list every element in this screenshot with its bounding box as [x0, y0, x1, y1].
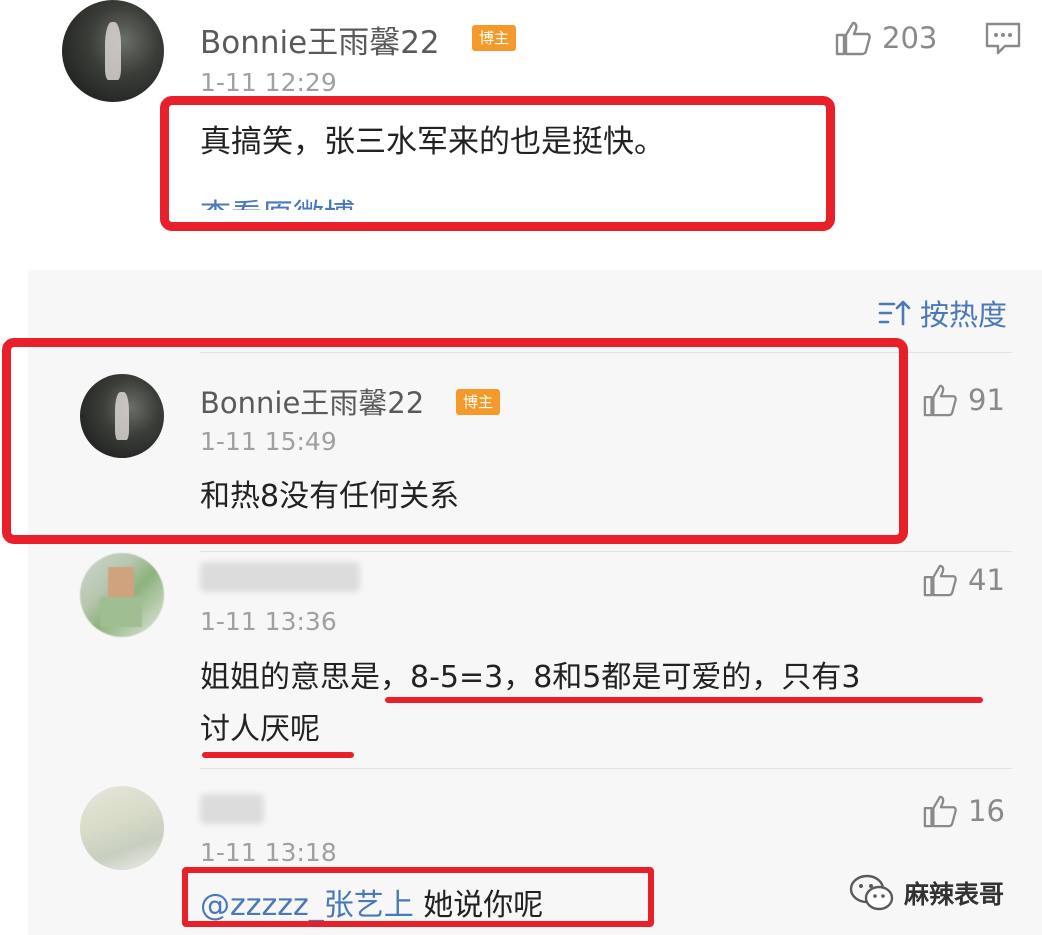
avatar[interactable]	[62, 0, 164, 102]
watermark-label: 麻辣表哥	[904, 880, 1005, 909]
timestamp: 1-11 13:18	[200, 838, 337, 867]
timestamp: 1-11 12:29	[200, 68, 337, 97]
redacted-username	[200, 562, 360, 592]
sort-icon	[878, 300, 911, 326]
like-count: 16	[968, 794, 1005, 828]
underline-annotation	[385, 697, 983, 703]
divider	[200, 768, 1012, 769]
thumbs-up-icon	[923, 795, 957, 828]
underline-annotation	[202, 752, 354, 758]
like-count: 203	[882, 21, 938, 55]
avatar[interactable]	[80, 786, 164, 870]
like-button[interactable]: 16	[922, 794, 1005, 828]
redacted-username	[200, 794, 264, 824]
divider	[200, 551, 1012, 552]
comment-text-line2: 讨人厌呢	[200, 712, 320, 747]
like-count: 41	[968, 563, 1005, 597]
thumbs-up-icon	[923, 384, 957, 417]
watermark: 麻辣表哥	[848, 873, 1004, 913]
like-button[interactable]: 203	[834, 20, 937, 56]
avatar[interactable]	[80, 553, 164, 637]
comment-text-line1: 姐姐的意思是，8-5=3，8和5都是可爱的，只有3	[200, 660, 861, 695]
highlight-box	[2, 338, 908, 544]
timestamp: 1-11 13:36	[200, 607, 337, 636]
blogger-badge: 博主	[472, 25, 516, 51]
wechat-icon	[849, 874, 894, 911]
thumbs-up-icon	[923, 564, 957, 597]
comment-icon[interactable]	[985, 22, 1021, 60]
highlight-box	[182, 867, 654, 927]
sort-label: 按热度	[920, 298, 1008, 332]
like-button[interactable]: 91	[922, 383, 1005, 417]
sort-button[interactable]: 按热度	[878, 292, 1007, 334]
like-button[interactable]: 41	[922, 563, 1005, 597]
like-count: 91	[968, 383, 1005, 417]
thumbs-up-icon	[835, 21, 871, 56]
highlight-box	[160, 96, 835, 231]
username[interactable]: Bonnie王雨馨22	[200, 17, 440, 62]
